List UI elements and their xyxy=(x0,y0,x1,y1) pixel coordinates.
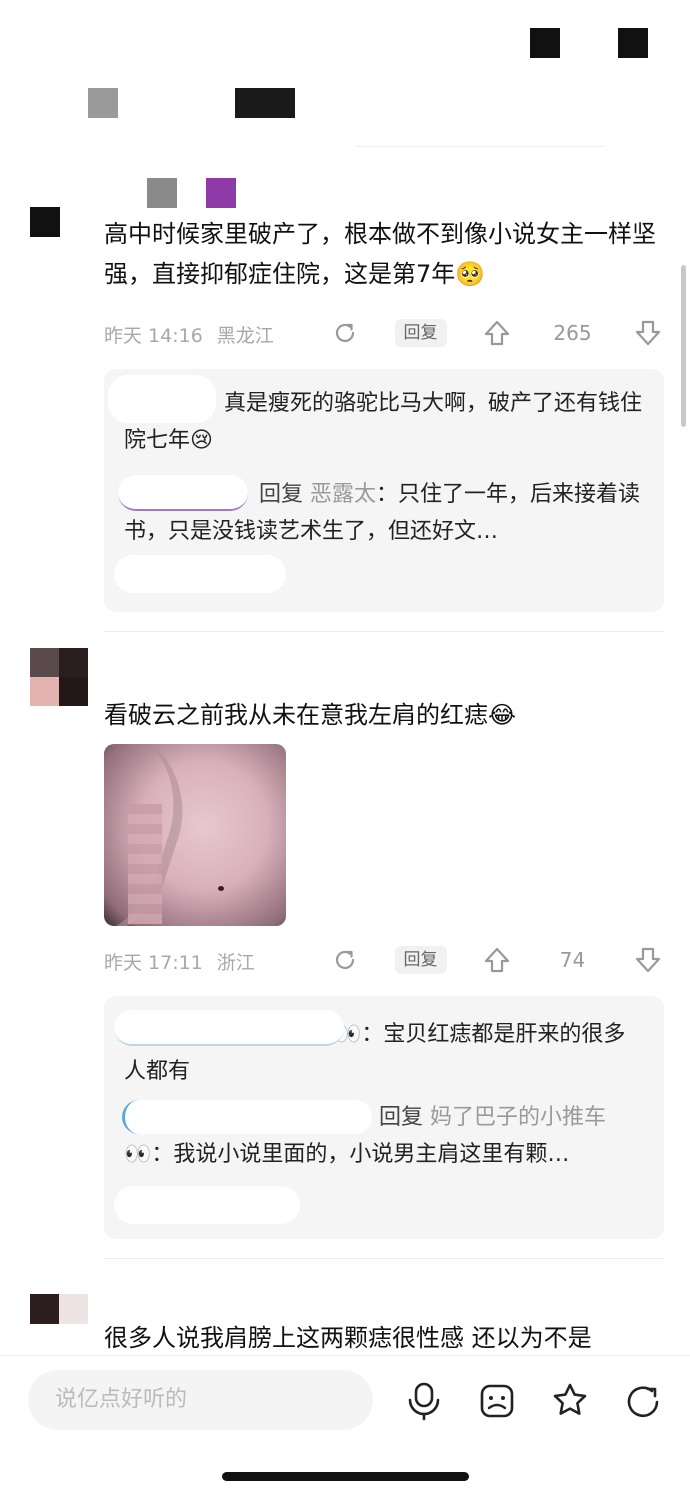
view-more-replies[interactable] xyxy=(114,555,286,593)
redacted-block xyxy=(88,88,118,118)
reply-thread[interactable]: 👀：宝贝红痣都是肝来的很多人都有 回复 妈了巴子的小推车👀：我说小说里面的，小说… xyxy=(104,996,664,1239)
avatar[interactable] xyxy=(30,648,88,706)
redacted-username xyxy=(147,178,177,208)
comment-actions: 回复 74 xyxy=(332,942,662,978)
reply-word: 回复 xyxy=(259,482,304,507)
comment-meta: 昨天 14:16 黑龙江 xyxy=(104,321,274,348)
comment-meta: 昨天 17:11 浙江 xyxy=(104,948,255,975)
share-icon[interactable] xyxy=(332,947,358,973)
redacted-block xyxy=(235,88,295,118)
comment-text: 高中时候家里破产了，根本做不到像小说女主一样坚强，直接抑郁症住院，这是第7年🥺 xyxy=(104,220,656,288)
comment-divider xyxy=(104,631,664,632)
comment-divider xyxy=(104,1258,664,1259)
downvote-icon[interactable] xyxy=(634,319,662,347)
share-icon[interactable] xyxy=(624,1381,662,1425)
comment-image[interactable] xyxy=(104,744,286,926)
comment-location: 浙江 xyxy=(216,952,255,974)
reply-target[interactable]: 恶露太 xyxy=(310,482,376,507)
reply-text: ：我说小说里面的，小说男主肩这里有颗… xyxy=(151,1142,570,1167)
redacted-badge xyxy=(206,178,236,208)
like-count: 265 xyxy=(553,321,592,345)
redacted-username xyxy=(118,475,248,511)
avatar[interactable] xyxy=(30,207,60,237)
reply-thread[interactable]: 真是瘦死的骆驼比马大啊，破产了还有钱住院七年😢 回复 恶露太：只住了一年，后来接… xyxy=(104,369,664,612)
header-divider xyxy=(355,146,605,147)
comment-location: 黑龙江 xyxy=(216,325,274,347)
redacted-username xyxy=(122,1100,372,1134)
sticker-icon[interactable] xyxy=(479,1381,515,1425)
scrollbar[interactable] xyxy=(681,265,686,427)
reply-button[interactable]: 回复 xyxy=(394,946,447,974)
comment-input[interactable]: 说亿点好听的 xyxy=(28,1370,373,1430)
redacted-block xyxy=(618,28,648,58)
redacted-username xyxy=(108,375,216,423)
redacted-block xyxy=(530,28,560,58)
reply-word: 回复 xyxy=(379,1105,424,1130)
downvote-icon[interactable] xyxy=(634,946,662,974)
upvote-icon[interactable] xyxy=(483,319,511,347)
comment-text: 看破云之前我从未在意我左肩的红痣😂 xyxy=(104,701,517,729)
reply-button[interactable]: 回复 xyxy=(394,319,447,347)
home-indicator[interactable] xyxy=(222,1472,469,1481)
comment-time: 昨天 17:11 xyxy=(104,952,203,974)
comment-time: 昨天 14:16 xyxy=(104,325,203,347)
view-more-replies[interactable] xyxy=(114,1186,300,1224)
like-count: 74 xyxy=(559,948,586,972)
comment-input-bar: 说亿点好听的 xyxy=(0,1355,690,1493)
redacted-username xyxy=(114,1010,344,1046)
comment-text: 很多人说我肩膀上这两颗痣很性感 还以为不是 xyxy=(104,1324,592,1352)
avatar[interactable] xyxy=(30,1294,88,1324)
share-icon[interactable] xyxy=(332,320,358,346)
upvote-icon[interactable] xyxy=(483,946,511,974)
microphone-icon[interactable] xyxy=(406,1381,442,1425)
star-icon[interactable] xyxy=(551,1381,589,1425)
comment-actions: 回复 265 xyxy=(332,315,662,351)
